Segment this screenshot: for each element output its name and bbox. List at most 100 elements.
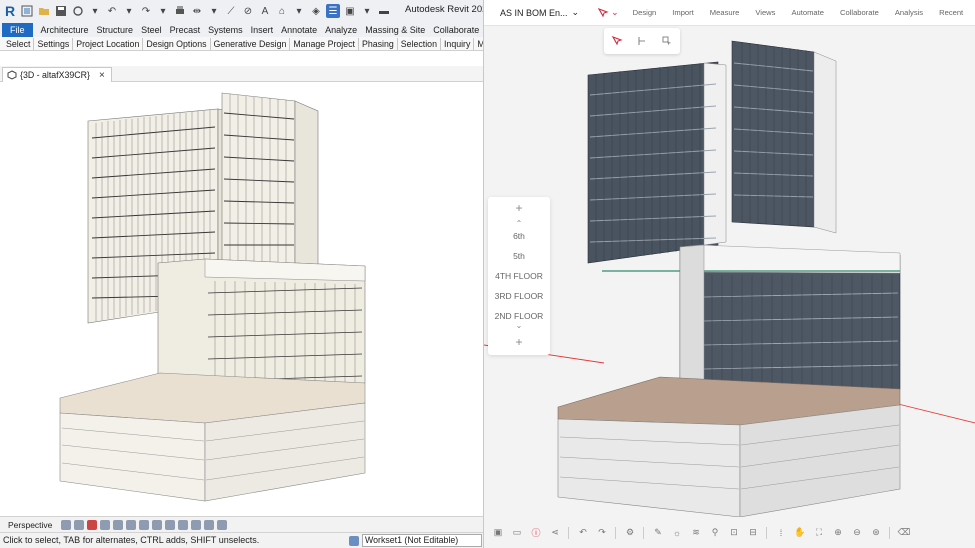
tab-structure[interactable]: Structure — [93, 23, 138, 37]
chevron-up-icon[interactable]: ⌃ — [488, 219, 550, 228]
save-icon[interactable] — [54, 4, 68, 18]
level-5th[interactable]: 5th — [488, 251, 550, 261]
print-icon[interactable] — [173, 4, 187, 18]
zoom-window-icon[interactable]: ⊛ — [870, 527, 882, 539]
panel-selection[interactable]: Selection — [398, 37, 441, 50]
sun-path-icon[interactable] — [87, 519, 98, 530]
panel-inquiry[interactable]: Inquiry — [441, 37, 475, 50]
visual-style-icon[interactable] — [74, 519, 85, 530]
worksharing-icon[interactable] — [191, 519, 202, 530]
filter-icon[interactable]: ⚲ — [709, 527, 721, 539]
chevron-down-icon[interactable]: ▾ — [207, 4, 221, 18]
box-select-icon[interactable] — [661, 35, 673, 47]
tag-icon[interactable]: ⊘ — [241, 4, 255, 18]
render-icon[interactable] — [113, 519, 124, 530]
panel-macros[interactable]: Macros — [474, 38, 483, 50]
redo-icon[interactable]: ↷ — [139, 4, 153, 18]
tab-file[interactable]: File — [2, 22, 33, 37]
tab-systems[interactable]: Systems — [204, 23, 247, 37]
nav-recent[interactable]: Recent — [939, 8, 963, 17]
revit-logo-icon[interactable]: R — [3, 3, 17, 19]
thin-lines-icon[interactable]: ☰ — [326, 4, 340, 18]
nav-analysis[interactable]: Analysis — [895, 8, 923, 17]
lock-view-icon[interactable] — [152, 519, 163, 530]
panel-select[interactable]: Select — [3, 37, 35, 50]
tab-architecture[interactable]: Architecture — [37, 23, 93, 37]
pan-icon[interactable]: ✋ — [794, 527, 806, 539]
undo-icon[interactable]: ↶ — [105, 4, 119, 18]
tab-annotate[interactable]: Annotate — [277, 23, 321, 37]
show-crop-icon[interactable] — [139, 519, 150, 530]
cursor-select-icon[interactable] — [611, 35, 623, 47]
zoom-in-icon[interactable]: ⊕ — [832, 527, 844, 539]
workset-select[interactable]: Workset1 (Not Editable) — [362, 534, 482, 547]
panel-manage-project[interactable]: Manage Project — [290, 37, 359, 50]
tab-steel[interactable]: Steel — [137, 23, 166, 37]
nav-views[interactable]: Views — [755, 8, 775, 17]
panel-settings[interactable]: Settings — [34, 37, 74, 50]
analytical-model-icon[interactable] — [204, 519, 215, 530]
book-icon[interactable]: ▭ — [511, 527, 523, 539]
sync-icon[interactable] — [71, 4, 85, 18]
view-tab-3d[interactable]: {3D - altafX39CR} × — [2, 67, 112, 82]
section-plane-icon[interactable] — [636, 35, 648, 47]
trash-icon[interactable]: ⌫ — [898, 527, 911, 539]
customize-qat-icon[interactable]: ▬ — [377, 4, 391, 18]
chevron-down-icon[interactable]: ▾ — [122, 4, 136, 18]
reveal-hidden-icon[interactable] — [178, 519, 189, 530]
shadows-icon[interactable] — [100, 519, 111, 530]
chevron-down-icon[interactable]: ▾ — [360, 4, 374, 18]
project-selector[interactable]: AS IN BOM En... ⌄ — [500, 7, 579, 18]
chevron-down-icon[interactable]: ▾ — [88, 4, 102, 18]
panel-project-location[interactable]: Project Location — [73, 37, 144, 50]
level-2nd-floor[interactable]: 2ND FLOOR — [488, 311, 550, 321]
tab-insert[interactable]: Insert — [247, 23, 278, 37]
panel-phasing[interactable]: Phasing — [359, 37, 398, 50]
tab-precast[interactable]: Precast — [166, 23, 205, 37]
view-mode-label[interactable]: Perspective — [8, 520, 52, 530]
open-icon[interactable] — [37, 4, 51, 18]
undo-icon[interactable]: ↶ — [577, 527, 589, 539]
zoom-out-icon[interactable]: ⊖ — [851, 527, 863, 539]
screenshot-icon[interactable]: ▣ — [492, 527, 504, 539]
panel-design-options[interactable]: Design Options — [143, 37, 211, 50]
chevron-down-icon[interactable]: ▾ — [292, 4, 306, 18]
nav-design[interactable]: Design — [633, 8, 657, 17]
walk-icon[interactable]: ⁞ — [775, 527, 787, 539]
lightbulb-icon[interactable]: ☼ — [671, 527, 683, 539]
unlock-icon[interactable]: ⊟ — [747, 527, 759, 539]
nav-automate[interactable]: Automate — [791, 8, 824, 17]
highlight-icon[interactable] — [217, 519, 228, 530]
fit-view-icon[interactable]: ⛶ — [813, 527, 825, 539]
chevron-down-icon[interactable]: ▾ — [156, 4, 170, 18]
lock-icon[interactable]: ⊡ — [728, 527, 740, 539]
text-icon[interactable]: A — [258, 4, 272, 18]
home-icon[interactable] — [20, 4, 34, 18]
3d-view-icon[interactable]: ⌂ — [275, 4, 289, 18]
revit-3d-canvas[interactable] — [0, 83, 483, 516]
settings-icon[interactable]: ⚙ — [624, 527, 636, 539]
level-4th-floor[interactable]: 4TH FLOOR — [488, 271, 550, 281]
tab-collaborate[interactable]: Collaborate — [429, 23, 483, 37]
dimension-icon[interactable]: ⟋ — [224, 4, 238, 18]
nav-measure[interactable]: Measure — [710, 8, 740, 17]
measure-icon[interactable]: ⇹ — [190, 4, 204, 18]
markup-icon[interactable]: ✎ — [652, 527, 664, 539]
temp-hide-icon[interactable] — [165, 519, 176, 530]
nav-import[interactable]: Import — [672, 8, 694, 17]
redo-icon[interactable]: ↷ — [596, 527, 608, 539]
viewer-3d-canvas[interactable] — [484, 27, 975, 518]
tab-massing-site[interactable]: Massing & Site — [361, 23, 429, 37]
tab-analyze[interactable]: Analyze — [321, 23, 361, 37]
add-level-icon[interactable]: + — [488, 335, 550, 349]
level-3rd-floor[interactable]: 3RD FLOOR — [488, 291, 550, 301]
panel-generative-design[interactable]: Generative Design — [211, 37, 291, 50]
level-6th[interactable]: 6th — [488, 231, 550, 241]
close-icon[interactable]: × — [99, 70, 105, 81]
section-icon[interactable]: ◈ — [309, 4, 323, 18]
info-icon[interactable]: ⓘ — [530, 527, 542, 539]
add-level-icon[interactable]: + — [488, 201, 550, 215]
detail-level-icon[interactable] — [61, 519, 72, 530]
switch-windows-icon[interactable]: ▣ — [343, 4, 357, 18]
chevron-down-icon[interactable]: ⌄ — [488, 321, 550, 330]
